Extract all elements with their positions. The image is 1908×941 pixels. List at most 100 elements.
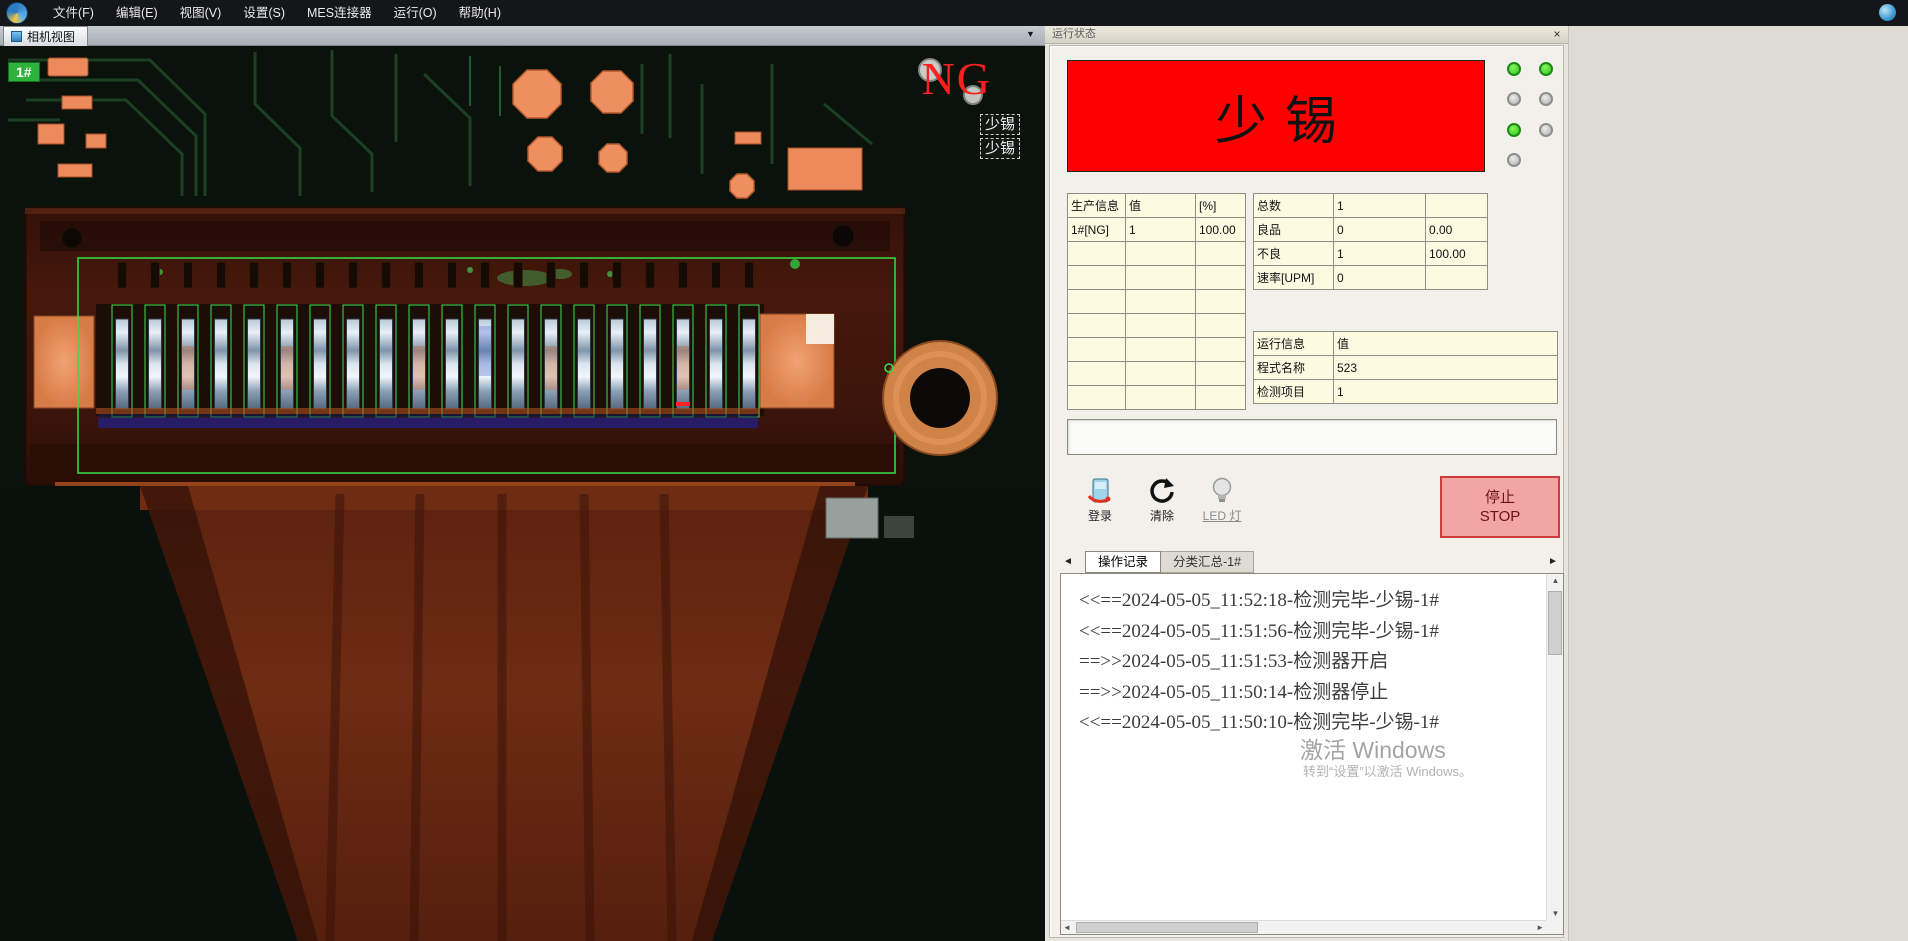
status-lamp (1539, 92, 1553, 106)
statistics-table: 总数 1 良品 0 0.00 不良 1 100.00 速率[UPM] 0 (1253, 193, 1488, 290)
camera-tab-bar (0, 26, 1045, 46)
led-label: LED 灯 (1203, 507, 1242, 524)
menu-edit[interactable]: 编辑(E) (105, 0, 169, 26)
message-box (1067, 419, 1557, 455)
status-panel-titlebar: 运行状态 (1045, 26, 1568, 44)
table-cell (1126, 242, 1196, 266)
table-cell: 100.00 (1426, 242, 1488, 266)
scroll-down-icon[interactable]: ▼ (1547, 909, 1564, 918)
table-cell (1126, 266, 1196, 290)
table-cell: 1 (1334, 380, 1558, 404)
table-header-cell: [%] (1196, 194, 1246, 218)
status-lamp (1507, 123, 1521, 137)
close-icon[interactable]: × (1550, 27, 1564, 41)
result-label: NG (922, 52, 992, 105)
table-cell: 检测项目 (1254, 380, 1334, 404)
table-cell: 0 (1334, 266, 1426, 290)
table-cell (1068, 386, 1126, 410)
menu-mes-connector[interactable]: MES连接器 (296, 0, 383, 26)
log-entry: <<==2024-05-05_11:51:56-检测完毕-少锡-1# (1079, 617, 1546, 648)
table-cell: 1#[NG] (1068, 218, 1126, 242)
defect-label: 少锡 (980, 114, 1020, 135)
table-cell: 0 (1334, 218, 1426, 242)
vertical-scrollbar[interactable]: ▲ ▼ (1546, 574, 1563, 920)
table-header-cell: 值 (1126, 194, 1196, 218)
empty-dock-area (1568, 26, 1908, 941)
menu-settings[interactable]: 设置(S) (232, 0, 296, 26)
scrollbar-thumb[interactable] (1076, 922, 1258, 933)
table-cell: 1 (1334, 194, 1426, 218)
menu-run[interactable]: 运行(O) (383, 0, 448, 26)
operation-log-panel: <<==2024-05-05_11:52:18-检测完毕-少锡-1# <<==2… (1060, 573, 1564, 935)
station-badge: 1# (8, 62, 40, 82)
log-list: <<==2024-05-05_11:52:18-检测完毕-少锡-1# <<==2… (1061, 574, 1546, 920)
table-cell: 速率[UPM] (1254, 266, 1334, 290)
menu-view[interactable]: 视图(V) (169, 0, 233, 26)
scrollbar-corner (1546, 920, 1563, 934)
clear-button[interactable]: 清除 (1134, 476, 1190, 536)
tab-camera-view[interactable]: 相机视图 (3, 26, 88, 46)
table-cell: 总数 (1254, 194, 1334, 218)
led-button[interactable]: LED 灯 (1194, 476, 1250, 536)
table-cell (1068, 266, 1126, 290)
defect-label-list: 少锡 少锡 (980, 114, 1020, 159)
status-lamp (1507, 62, 1521, 76)
login-button[interactable]: 登录 (1072, 476, 1128, 536)
table-cell (1426, 194, 1488, 218)
status-panel-title: 运行状态 (1052, 28, 1096, 40)
table-header-cell: 值 (1334, 332, 1558, 356)
tab-category-summary[interactable]: 分类汇总-1# (1160, 551, 1254, 573)
led-lamp-icon (1207, 476, 1237, 506)
horizontal-scrollbar[interactable]: ◄ ► (1061, 920, 1546, 934)
tab-prev-icon[interactable]: ◄ (1063, 556, 1073, 567)
menu-bar: 文件(F) 编辑(E) 视图(V) 设置(S) MES连接器 运行(O) 帮助(… (0, 0, 1908, 26)
production-table: 生产信息 值 [%] 1#[NG] 1 100.00 (1067, 193, 1246, 410)
log-entry: <<==2024-05-05_11:52:18-检测完毕-少锡-1# (1079, 586, 1546, 617)
status-lamp (1507, 153, 1521, 167)
table-header-cell: 生产信息 (1068, 194, 1126, 218)
table-cell (1068, 290, 1126, 314)
defect-label: 少锡 (980, 138, 1020, 159)
log-entry: <<==2024-05-05_11:50:10-检测完毕-少锡-1# (1079, 708, 1546, 739)
table-cell: 523 (1334, 356, 1558, 380)
menu-file[interactable]: 文件(F) (42, 0, 105, 26)
table-cell (1196, 290, 1246, 314)
log-entry: ==>>2024-05-05_11:50:14-检测器停止 (1079, 678, 1546, 709)
table-cell (1196, 362, 1246, 386)
table-cell (1126, 290, 1196, 314)
table-cell (1068, 242, 1126, 266)
stop-label-en: STOP (1480, 507, 1521, 527)
status-lamp (1539, 123, 1553, 137)
scroll-right-icon[interactable]: ► (1536, 923, 1544, 932)
scrollbar-thumb[interactable] (1548, 591, 1562, 655)
table-cell: 不良 (1254, 242, 1334, 266)
clear-icon (1147, 476, 1177, 506)
tab-next-icon[interactable]: ► (1548, 556, 1558, 567)
scroll-left-icon[interactable]: ◄ (1063, 923, 1071, 932)
table-cell (1126, 386, 1196, 410)
table-cell (1126, 314, 1196, 338)
menu-help[interactable]: 帮助(H) (448, 0, 512, 26)
runinfo-table: 运行信息 值 程式名称 523 检测项目 1 (1253, 331, 1558, 404)
aoi-application-window: 文件(F) 编辑(E) 视图(V) 设置(S) MES连接器 运行(O) 帮助(… (0, 0, 1908, 941)
table-cell (1196, 242, 1246, 266)
clear-label: 清除 (1150, 507, 1174, 524)
table-cell: 良品 (1254, 218, 1334, 242)
table-cell: 100.00 (1196, 218, 1246, 242)
flex-cable (0, 486, 1045, 941)
table-cell: 0.00 (1426, 218, 1488, 242)
status-lamp (1539, 62, 1553, 76)
camera-icon (11, 31, 22, 42)
system-icon[interactable] (1879, 4, 1896, 21)
tab-operation-log[interactable]: 操作记录 (1085, 551, 1161, 573)
table-cell (1426, 266, 1488, 290)
log-entry: ==>>2024-05-05_11:51:53-检测器开启 (1079, 647, 1546, 678)
table-cell (1068, 362, 1126, 386)
table-cell (1196, 338, 1246, 362)
table-cell (1126, 362, 1196, 386)
scroll-up-icon[interactable]: ▲ (1547, 576, 1564, 585)
stop-button[interactable]: 停止 STOP (1440, 476, 1560, 538)
table-header-cell: 运行信息 (1254, 332, 1334, 356)
tab-list-dropdown-icon[interactable]: ▼ (1026, 29, 1035, 39)
login-label: 登录 (1088, 507, 1112, 524)
